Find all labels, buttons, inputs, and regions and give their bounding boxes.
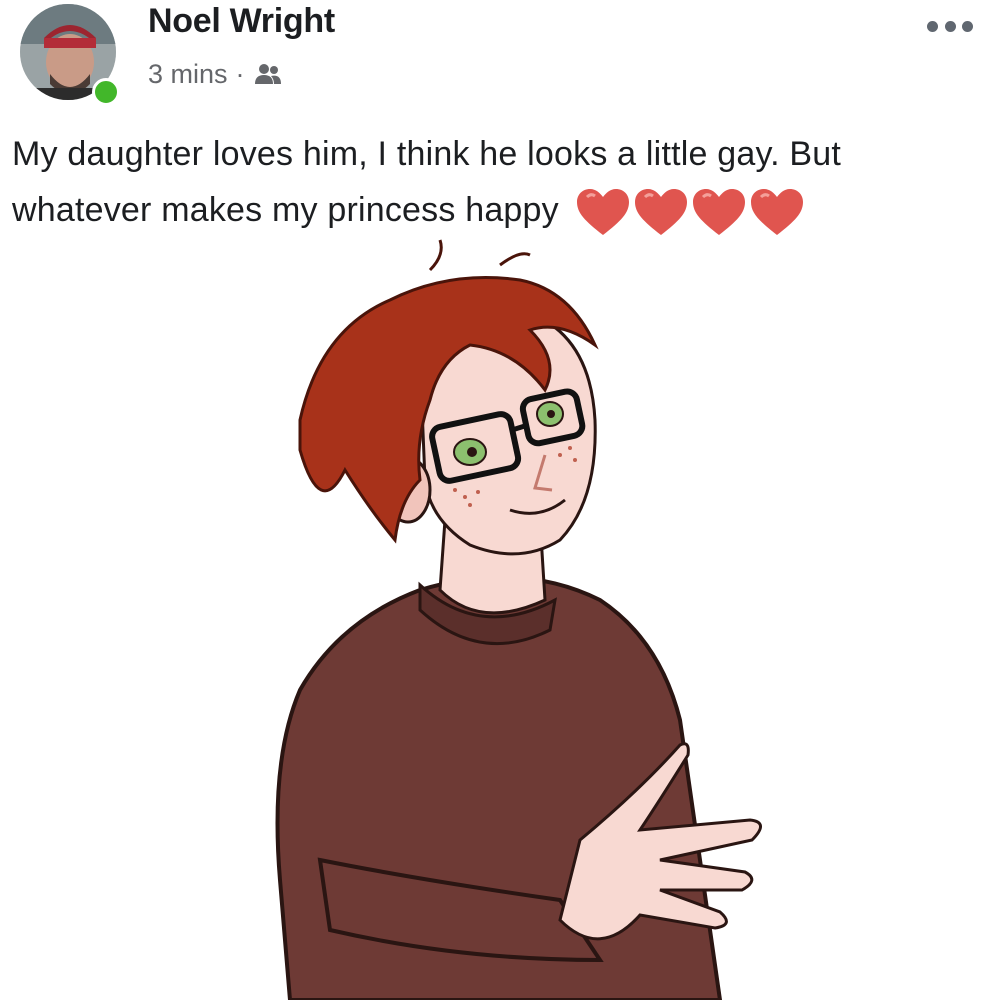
online-status-dot [92,78,120,106]
red-heart-icon [634,189,687,236]
post-meta: 3 mins · [148,56,283,92]
meta-separator: · [235,58,245,89]
more-dots-icon [927,20,938,32]
heart-emojis [575,187,805,237]
friends-icon [254,64,281,84]
post-image[interactable] [0,235,995,1002]
red-heart-icon [576,189,629,236]
more-options-button[interactable] [927,16,973,36]
anime-character-illustration [275,239,762,1002]
red-heart-icon [750,189,803,236]
post-header: Noel Wright 3 mins · [0,0,995,110]
post-body: My daughter loves him, I think he looks … [12,126,987,238]
author-name[interactable]: Noel Wright [148,2,335,41]
post-timestamp[interactable]: 3 mins [148,59,228,90]
red-heart-icon [692,189,745,236]
